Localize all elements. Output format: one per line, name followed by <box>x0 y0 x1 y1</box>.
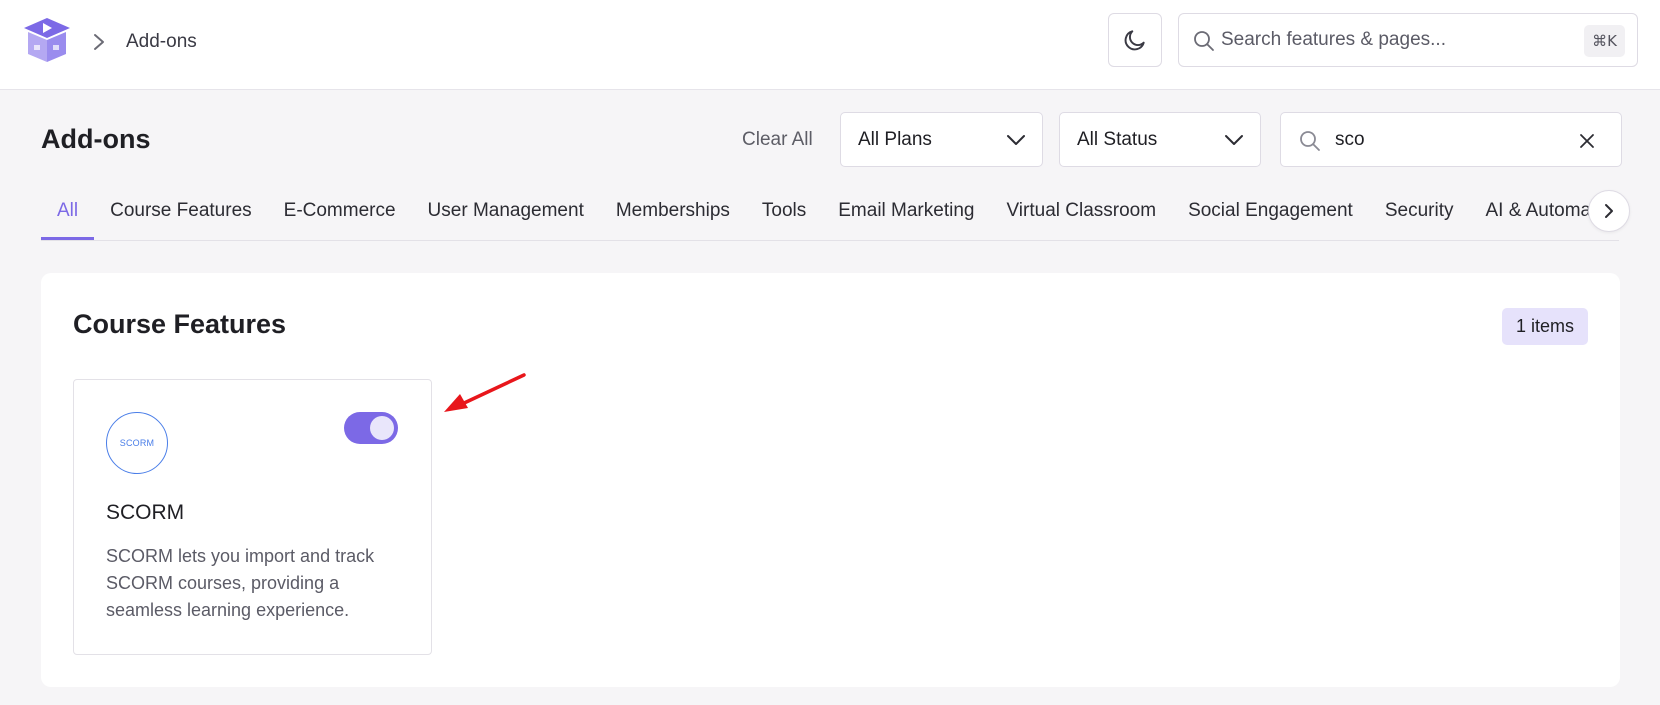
addon-search[interactable] <box>1280 112 1622 167</box>
chevron-right-icon <box>94 34 104 50</box>
addon-description: SCORM lets you import and track SCORM co… <box>106 546 375 620</box>
chevron-right-icon <box>1605 204 1613 218</box>
plans-select[interactable]: All Plans <box>840 112 1043 167</box>
global-search-input[interactable] <box>1221 14 1551 66</box>
app-logo-icon[interactable] <box>22 16 72 64</box>
search-shortcut-badge: ⌘K <box>1584 25 1625 57</box>
addon-card-scorm: SCORM SCORM SCORM lets you import and tr… <box>73 379 432 655</box>
search-icon <box>1194 31 1214 51</box>
annotation-arrow-icon <box>444 373 526 412</box>
toggle-knob <box>370 416 394 440</box>
clear-all-button[interactable]: Clear All <box>742 129 813 151</box>
tab-memberships[interactable]: Memberships <box>600 188 746 240</box>
tab-all[interactable]: All <box>41 188 95 240</box>
top-bar: Add-ons ⌘K <box>0 0 1660 90</box>
addon-search-input[interactable] <box>1335 113 1555 166</box>
tab-user-management[interactable]: User Management <box>412 188 600 240</box>
chevron-down-icon <box>1007 135 1025 145</box>
clear-search-icon[interactable] <box>1579 133 1595 149</box>
scorm-logo: SCORM <box>106 412 168 474</box>
addon-name: SCORM <box>106 501 185 524</box>
section-title: Course Features <box>73 309 287 339</box>
status-select[interactable]: All Status <box>1059 112 1261 167</box>
page-title: Add-ons <box>41 124 151 154</box>
theme-toggle-button[interactable] <box>1108 13 1162 67</box>
status-select-value: All Status <box>1077 129 1158 150</box>
tab-course-features[interactable]: Course Features <box>94 188 268 240</box>
tabs-scroll-next-button[interactable] <box>1588 190 1630 232</box>
chevron-down-icon <box>1225 135 1243 145</box>
moon-icon <box>1124 30 1145 51</box>
addons-panel: Course Features 1 items SCORM SCORM SCOR… <box>41 273 1620 687</box>
tab-social-engagement[interactable]: Social Engagement <box>1172 188 1369 240</box>
plans-select-value: All Plans <box>858 129 932 150</box>
breadcrumb-current: Add-ons <box>126 31 197 52</box>
search-icon <box>1300 131 1320 151</box>
addon-enable-toggle[interactable] <box>344 412 398 444</box>
tab-email-marketing[interactable]: Email Marketing <box>822 188 990 240</box>
tab-e-commerce[interactable]: E-Commerce <box>268 188 412 240</box>
category-tabs: All Course Features E-Commerce User Managem… <box>41 188 1619 241</box>
global-search[interactable]: ⌘K <box>1178 13 1638 67</box>
item-count-badge: 1 items <box>1501 308 1588 345</box>
tab-virtual-classroom[interactable]: Virtual Classroom <box>990 188 1172 240</box>
tab-tools[interactable]: Tools <box>746 188 822 240</box>
tab-security[interactable]: Security <box>1369 188 1470 240</box>
